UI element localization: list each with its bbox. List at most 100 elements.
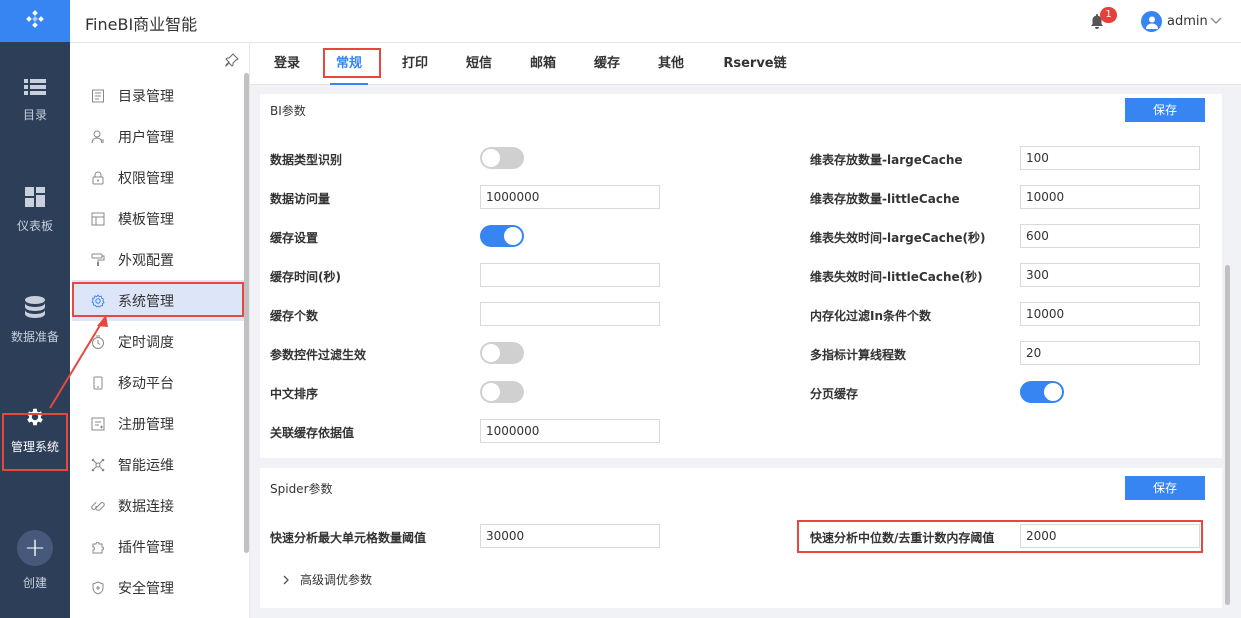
fast-cell-threshold-input[interactable]: 30000 bbox=[480, 524, 660, 548]
cache-count-label: 缓存个数 bbox=[270, 309, 319, 323]
tab-email[interactable]: 邮箱 bbox=[524, 43, 562, 85]
menu-item-users[interactable]: 用户管理 bbox=[72, 116, 244, 157]
content-scrollbar[interactable] bbox=[1225, 265, 1230, 605]
data-type-recognition-toggle[interactable] bbox=[480, 147, 524, 169]
user-outline-icon bbox=[90, 129, 106, 145]
cache-setting-label: 缓存设置 bbox=[270, 231, 319, 245]
list-icon bbox=[24, 78, 46, 95]
little-cache-count-input[interactable]: 10000 bbox=[1020, 185, 1200, 209]
advanced-tuning-toggle[interactable]: 高级调优参数 bbox=[280, 571, 372, 588]
settings-tabs: 登录 常规 打印 短信 邮箱 缓存 其他 Rserve链接 bbox=[250, 43, 1241, 113]
toggle-knob bbox=[482, 344, 500, 362]
cache-time-input[interactable] bbox=[480, 263, 660, 287]
finebi-logo-icon bbox=[26, 10, 44, 28]
database-icon bbox=[25, 295, 45, 318]
toggle-knob bbox=[482, 383, 500, 401]
menu-item-label: 数据连接 bbox=[118, 498, 174, 515]
fast-median-threshold-label: 快速分析中位数/去重计数内存阈值 bbox=[810, 531, 995, 545]
nav-admin-system-label: 管理系统 bbox=[10, 439, 59, 454]
menu-item-label: 注册管理 bbox=[118, 416, 174, 433]
menu-item-label: 智能运维 bbox=[118, 457, 174, 474]
tab-general[interactable]: 常规 bbox=[330, 43, 368, 85]
bi-params-title: BI参数 bbox=[270, 104, 306, 118]
puzzle-icon bbox=[90, 539, 106, 555]
data-type-recognition-label: 数据类型识别 bbox=[270, 153, 343, 167]
link-icon bbox=[90, 498, 106, 514]
menu-item-label: 权限管理 bbox=[118, 170, 174, 187]
fast-median-threshold-input[interactable]: 2000 bbox=[1020, 524, 1200, 548]
cache-count-input[interactable] bbox=[480, 302, 660, 326]
plus-icon: + bbox=[17, 529, 53, 566]
menu-item-templates[interactable]: 模板管理 bbox=[72, 198, 244, 239]
little-cache-expire-input[interactable]: 300 bbox=[1020, 263, 1200, 287]
register-icon bbox=[90, 416, 106, 432]
tab-sms[interactable]: 短信 bbox=[460, 43, 498, 85]
menu-item-data-connection[interactable]: 数据连接 bbox=[72, 485, 244, 526]
fast-cell-threshold-label: 快速分析最大单元格数量阈值 bbox=[270, 531, 427, 545]
menu-item-label: 模板管理 bbox=[118, 211, 174, 228]
logo[interactable] bbox=[0, 0, 70, 42]
menu-item-appearance[interactable]: 外观配置 bbox=[72, 239, 244, 280]
pin-icon[interactable] bbox=[225, 53, 239, 67]
nav-create-label: 创建 bbox=[22, 575, 47, 590]
little-cache-expire-label: 维表失效时间-littleCache(秒) bbox=[810, 270, 983, 284]
menu-item-security[interactable]: 安全管理 bbox=[72, 567, 244, 608]
large-cache-expire-input[interactable]: 600 bbox=[1020, 224, 1200, 248]
dashboard-icon bbox=[25, 186, 45, 207]
relation-cache-input[interactable]: 1000000 bbox=[480, 419, 660, 443]
nav-directory[interactable]: 目录 bbox=[0, 45, 70, 155]
bi-params-card: BI参数 保存 数据类型识别 数据访问量 1000000 缓存设置 缓存时间(秒… bbox=[260, 94, 1222, 458]
cache-setting-toggle[interactable] bbox=[480, 225, 524, 247]
tab-rserve[interactable]: Rserve链接 bbox=[718, 43, 792, 113]
tab-login[interactable]: 登录 bbox=[268, 43, 306, 85]
menu-item-directory[interactable]: 目录管理 bbox=[72, 75, 244, 116]
nav-directory-label: 目录 bbox=[22, 107, 47, 122]
menu-item-label: 用户管理 bbox=[118, 129, 174, 146]
param-filter-label: 参数控件过滤生效 bbox=[270, 348, 367, 362]
avatar[interactable] bbox=[1141, 11, 1162, 32]
admin-menu: 目录管理 用户管理 权限管理 模板管理 外观配置 系统管理 定时调度 移动平台 bbox=[72, 75, 244, 608]
spider-save-button[interactable]: 保存 bbox=[1125, 476, 1205, 500]
app-title: FineBI商业智能 bbox=[85, 15, 198, 34]
menu-item-label: 系统管理 bbox=[118, 293, 174, 310]
lock-icon bbox=[90, 170, 106, 186]
menu-item-label: 安全管理 bbox=[118, 580, 174, 597]
menu-item-plugins[interactable]: 插件管理 bbox=[72, 526, 244, 567]
nav-admin-system[interactable]: 管理系统 bbox=[0, 375, 70, 485]
clock-icon bbox=[90, 334, 106, 350]
top-header: FineBI商业智能 1 admin bbox=[70, 0, 1241, 43]
nav-data-prep-label: 数据准备 bbox=[10, 329, 59, 344]
param-filter-toggle[interactable] bbox=[480, 342, 524, 364]
bi-save-button[interactable]: 保存 bbox=[1125, 98, 1205, 122]
menu-item-label: 插件管理 bbox=[118, 539, 174, 556]
multi-metric-threads-input[interactable]: 20 bbox=[1020, 341, 1200, 365]
spider-params-card: Spider参数 保存 快速分析最大单元格数量阈值 30000 快速分析中位数/… bbox=[260, 468, 1222, 608]
large-cache-expire-label: 维表失效时间-largeCache(秒) bbox=[810, 231, 986, 245]
menu-item-system-management[interactable]: 系统管理 bbox=[72, 280, 244, 321]
in-filter-count-input[interactable]: 10000 bbox=[1020, 302, 1200, 326]
settings-content: BI参数 保存 数据类型识别 数据访问量 1000000 缓存设置 缓存时间(秒… bbox=[250, 85, 1241, 618]
menu-item-mobile[interactable]: 移动平台 bbox=[72, 362, 244, 403]
username[interactable]: admin bbox=[1167, 14, 1208, 29]
tab-cache[interactable]: 缓存 bbox=[588, 43, 626, 85]
nav-data-prep[interactable]: 数据准备 bbox=[0, 265, 70, 375]
cache-time-label: 缓存时间(秒) bbox=[270, 270, 341, 284]
tab-print[interactable]: 打印 bbox=[396, 43, 434, 85]
sidebar-scrollbar[interactable] bbox=[244, 73, 249, 553]
menu-item-label: 外观配置 bbox=[118, 252, 174, 269]
menu-item-permissions[interactable]: 权限管理 bbox=[72, 157, 244, 198]
data-access-input[interactable]: 1000000 bbox=[480, 185, 660, 209]
chinese-sort-toggle[interactable] bbox=[480, 381, 524, 403]
large-cache-count-input[interactable]: 100 bbox=[1020, 146, 1200, 170]
advanced-tuning-label: 高级调优参数 bbox=[300, 573, 373, 587]
spider-params-title: Spider参数 bbox=[270, 482, 333, 496]
page-cache-toggle[interactable] bbox=[1020, 381, 1064, 403]
toggle-knob bbox=[482, 149, 500, 167]
nav-create[interactable]: + 创建 bbox=[0, 505, 70, 615]
menu-item-scheduling[interactable]: 定时调度 bbox=[72, 321, 244, 362]
chevron-down-icon[interactable] bbox=[1210, 14, 1222, 26]
tab-other[interactable]: 其他 bbox=[652, 43, 690, 85]
menu-item-smart-ops[interactable]: 智能运维 bbox=[72, 444, 244, 485]
menu-item-registration[interactable]: 注册管理 bbox=[72, 403, 244, 444]
nav-dashboard[interactable]: 仪表板 bbox=[0, 155, 70, 265]
